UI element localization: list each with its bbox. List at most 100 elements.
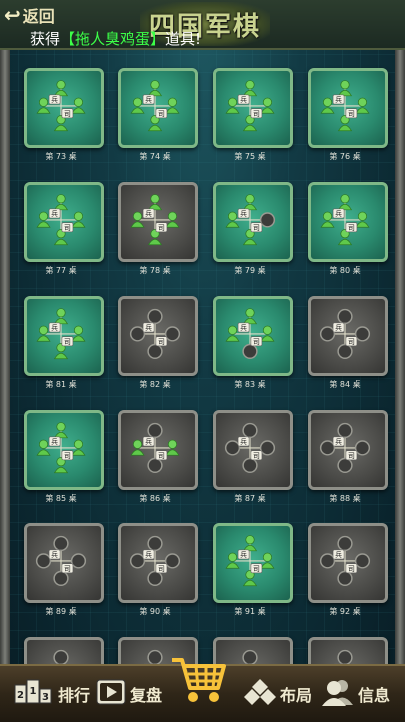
svg-text:兵: 兵 — [240, 323, 247, 332]
svg-text:兵: 兵 — [240, 550, 247, 559]
empty-seat-icon — [147, 422, 163, 439]
notice-prefix: 获得 — [30, 30, 61, 48]
svg-text:司: 司 — [253, 224, 260, 232]
player-avatar-icon — [53, 194, 69, 211]
game-table[interactable]: 兵司 — [24, 296, 104, 376]
table-number-label: 第 83 桌 — [234, 380, 266, 389]
commander-piece: 司 — [250, 108, 263, 119]
empty-seat-icon — [53, 570, 69, 587]
table-number-label: 第 87 桌 — [234, 494, 266, 503]
info-button[interactable]: 信息 — [322, 676, 390, 712]
table-number-label: 第 78 桌 — [139, 266, 171, 275]
game-table[interactable]: 兵司 — [308, 523, 388, 603]
game-table[interactable]: 兵司 — [213, 68, 293, 148]
game-table[interactable]: 兵司 — [24, 523, 104, 603]
svg-text:3: 3 — [42, 692, 49, 703]
empty-seat-icon — [53, 649, 69, 666]
layout-label: 布局 — [280, 686, 313, 705]
soldier-piece: 兵 — [48, 549, 61, 560]
svg-text:司: 司 — [64, 565, 71, 573]
right-rail — [395, 30, 405, 680]
svg-text:司: 司 — [158, 565, 165, 573]
game-table[interactable]: 兵司 — [118, 523, 198, 603]
game-table[interactable]: 兵司 — [118, 296, 198, 376]
soldier-piece: 兵 — [332, 436, 345, 447]
table-number-label: 第 85 桌 — [45, 494, 77, 503]
game-table[interactable]: 兵司 — [213, 523, 293, 603]
reward-notice: 获得【拖人臭鸡蛋】道具! — [30, 28, 201, 48]
empty-seat-icon — [129, 326, 146, 342]
empty-seat-icon — [337, 535, 353, 552]
game-table[interactable]: 兵司 — [24, 410, 104, 490]
player-avatar-icon — [242, 535, 258, 552]
game-table[interactable]: 兵司 — [118, 68, 198, 148]
shopping-cart-icon — [172, 658, 226, 702]
table-number-label: 第 77 桌 — [45, 266, 77, 275]
empty-seat-icon — [319, 326, 336, 342]
empty-seat-icon — [354, 553, 371, 569]
commander-piece: 司 — [250, 336, 263, 347]
commander-piece: 司 — [345, 108, 358, 119]
soldier-piece: 兵 — [237, 322, 250, 333]
player-avatar-icon — [53, 80, 69, 97]
rank-label: 排行 — [58, 686, 91, 705]
empty-seat-icon — [259, 440, 276, 456]
info-label: 信息 — [358, 686, 391, 705]
svg-text:兵: 兵 — [51, 437, 58, 446]
back-button[interactable]: ↩ 返回 — [4, 2, 64, 28]
game-table[interactable]: 兵司 — [24, 68, 104, 148]
game-table[interactable]: 兵司 — [308, 296, 388, 376]
commander-piece: 司 — [250, 563, 263, 574]
commander-piece: 司 — [61, 450, 74, 461]
game-table[interactable]: 兵司 — [308, 68, 388, 148]
replay-icon — [96, 679, 126, 709]
table-number-label: 第 88 桌 — [329, 494, 361, 503]
rank-button[interactable]: 2 1 3 排行 — [14, 676, 90, 712]
shop-cart-button[interactable] — [168, 650, 228, 710]
empty-seat-icon — [354, 326, 371, 342]
soldier-piece: 兵 — [332, 322, 345, 333]
commander-piece: 司 — [61, 336, 74, 347]
replay-button[interactable]: 复盘 — [96, 676, 162, 712]
svg-text:司: 司 — [64, 452, 71, 460]
svg-text:兵: 兵 — [145, 95, 152, 104]
commander-piece: 司 — [250, 450, 263, 461]
empty-seat-icon — [337, 343, 353, 360]
svg-text:兵: 兵 — [240, 95, 247, 104]
soldier-piece: 兵 — [237, 549, 250, 560]
svg-text:司: 司 — [253, 452, 260, 460]
empty-seat-icon — [129, 553, 146, 569]
empty-seat-icon — [337, 308, 353, 325]
svg-text:司: 司 — [348, 565, 355, 573]
svg-text:兵: 兵 — [335, 550, 342, 559]
rank-icon: 2 1 3 — [14, 679, 54, 709]
game-table[interactable]: 兵司 — [213, 182, 293, 262]
commander-piece: 司 — [345, 563, 358, 574]
player-avatar-icon — [337, 194, 353, 211]
game-table[interactable]: 兵司 — [213, 296, 293, 376]
game-table[interactable]: 兵司 — [118, 410, 198, 490]
game-table[interactable]: 兵司 — [118, 182, 198, 262]
table-number-label: 第 82 桌 — [139, 380, 171, 389]
empty-seat-icon — [147, 570, 163, 587]
svg-text:司: 司 — [158, 224, 165, 232]
commander-piece: 司 — [250, 222, 263, 233]
game-table[interactable]: 兵司 — [308, 410, 388, 490]
top-header: ↩ 返回 四国军棋 获得【拖人臭鸡蛋】道具! — [0, 0, 405, 50]
soldier-piece: 兵 — [237, 94, 250, 105]
soldier-piece: 兵 — [332, 549, 345, 560]
game-table[interactable]: 兵司 — [24, 182, 104, 262]
empty-seat-icon — [53, 535, 69, 552]
game-table[interactable]: 兵司 — [213, 410, 293, 490]
layout-button[interactable]: 布局 — [244, 676, 312, 712]
table-number-label: 第 76 桌 — [329, 152, 361, 161]
empty-seat-icon — [337, 570, 353, 587]
table-number-label: 第 79 桌 — [234, 266, 266, 275]
empty-seat-icon — [147, 649, 163, 666]
svg-text:兵: 兵 — [240, 437, 247, 446]
soldier-piece: 兵 — [142, 94, 155, 105]
table-number-label: 第 89 桌 — [45, 607, 77, 616]
game-table[interactable]: 兵司 — [308, 182, 388, 262]
empty-seat-icon — [242, 343, 258, 360]
svg-text:司: 司 — [158, 452, 165, 460]
